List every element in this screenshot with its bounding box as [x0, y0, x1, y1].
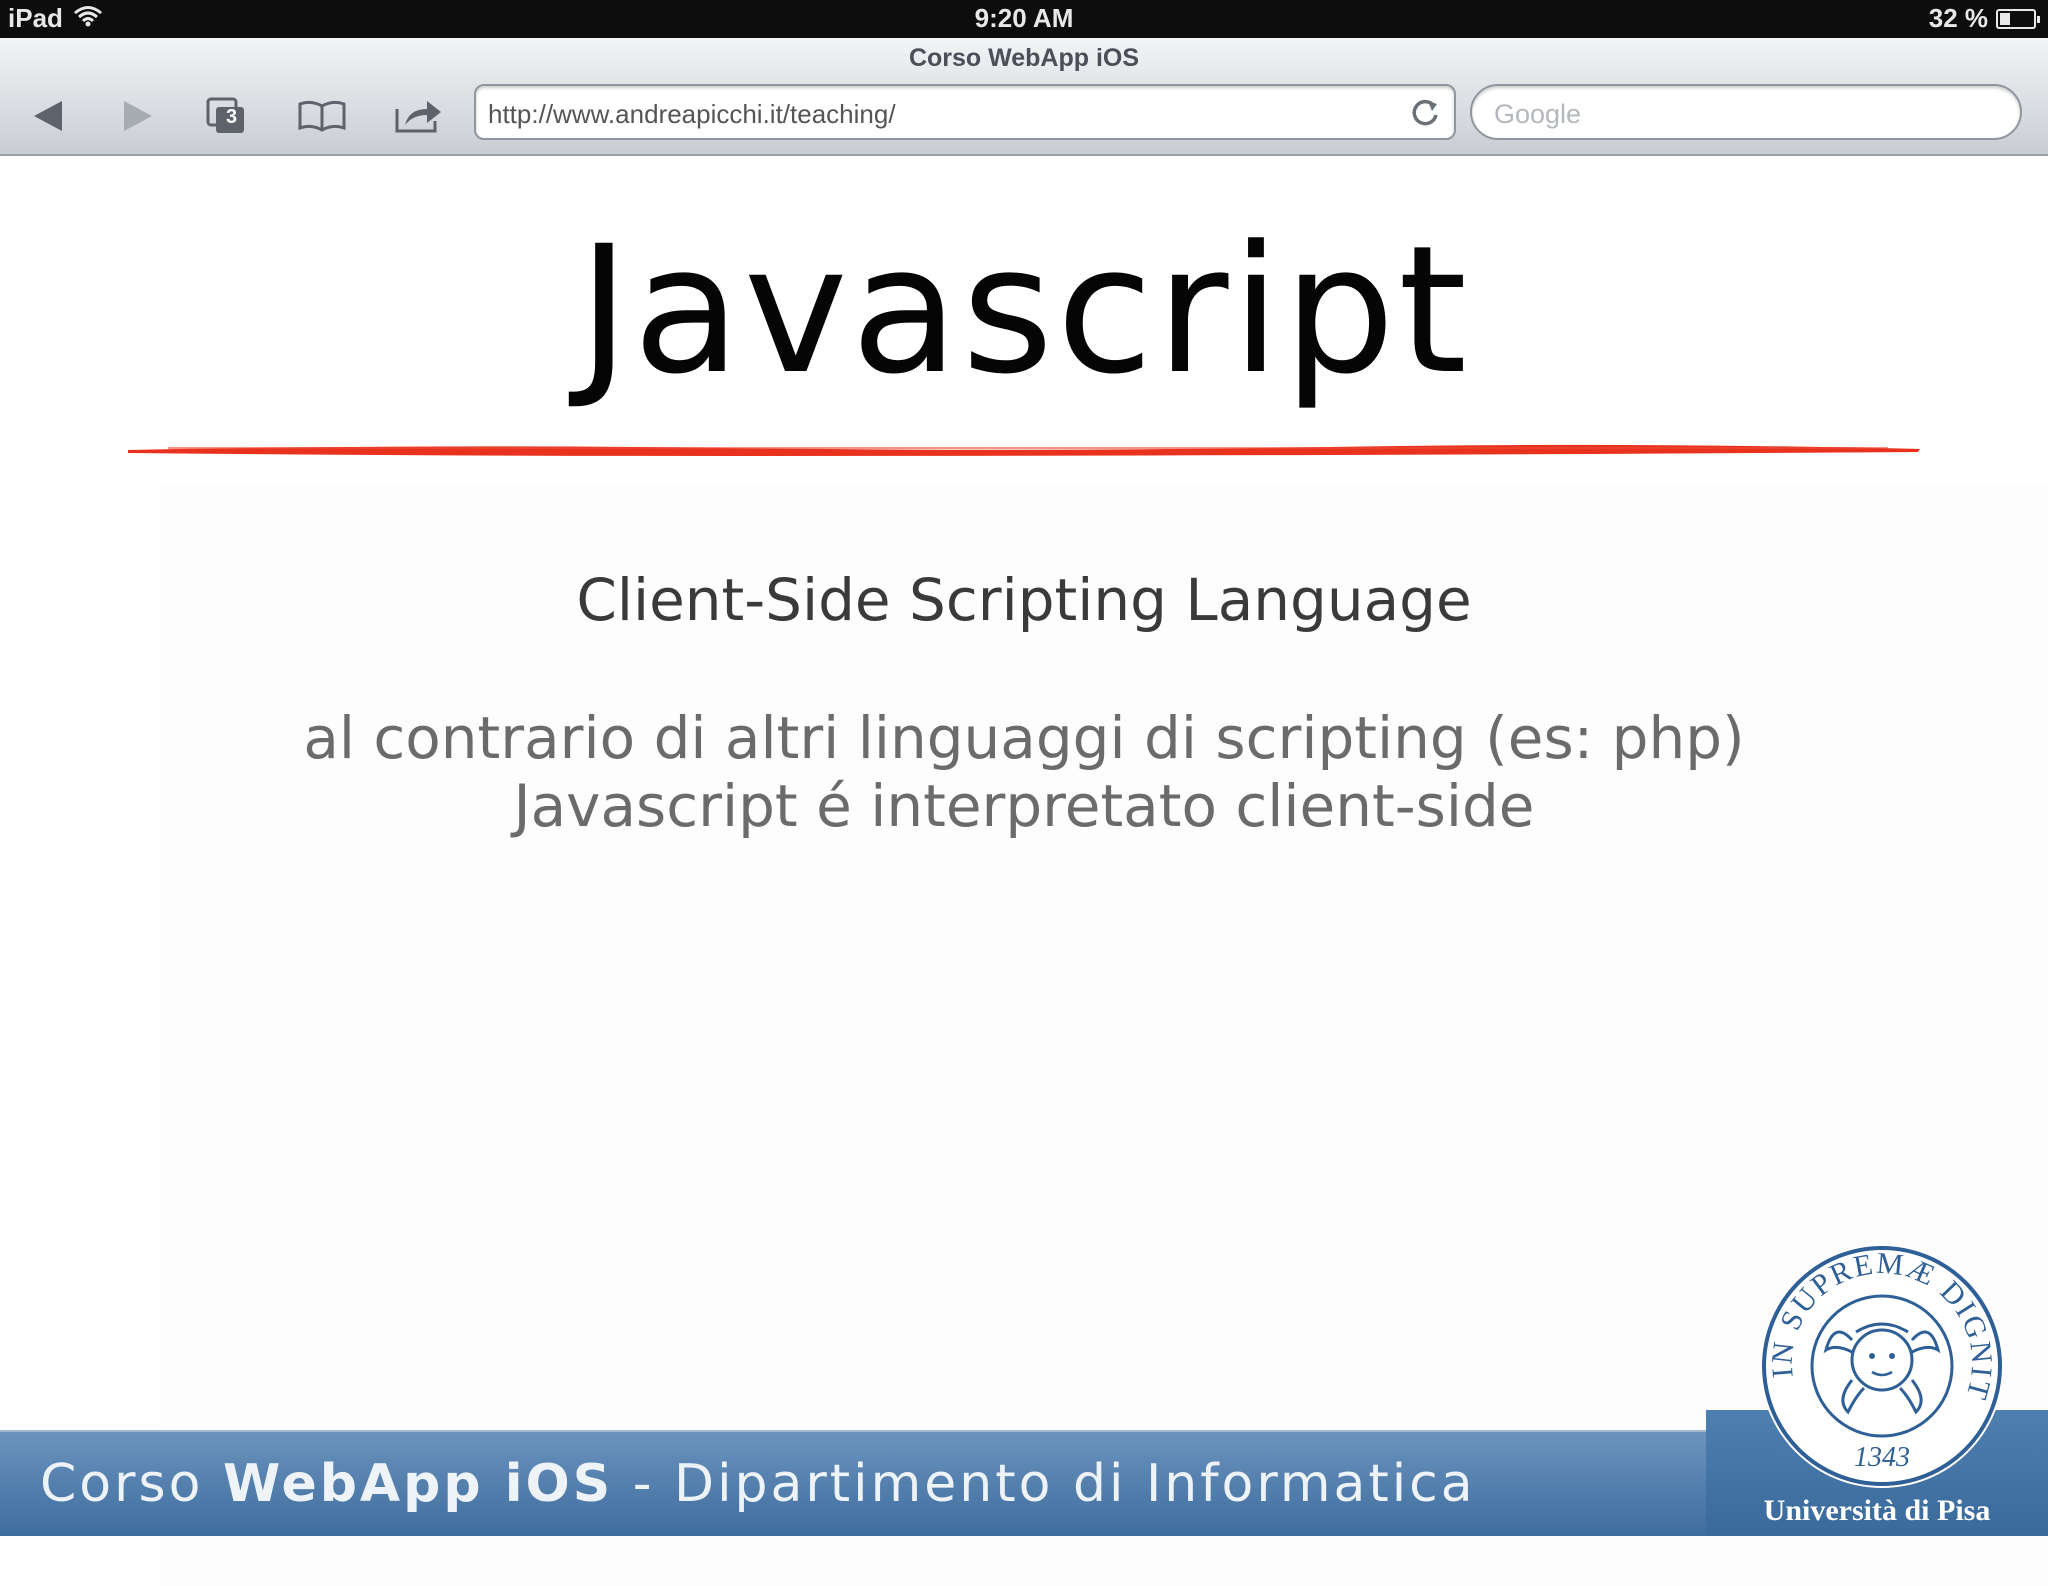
status-right: 32 %	[1928, 3, 2040, 34]
status-bar: iPad 9:20 AM 32 %	[0, 0, 2048, 38]
url-field[interactable]	[474, 84, 1456, 140]
url-input[interactable]	[486, 94, 1370, 134]
battery-icon	[1996, 8, 2040, 29]
forward-button[interactable]	[110, 92, 166, 140]
footer-course: WebApp iOS	[222, 1454, 614, 1514]
slide-body-line-2: Javascript é interpretato client-side	[513, 772, 1535, 840]
back-button[interactable]	[20, 92, 76, 140]
bookmarks-icon	[298, 100, 346, 132]
status-time: 9:20 AM	[974, 3, 1074, 33]
reload-button[interactable]	[1406, 94, 1444, 132]
back-arrow-icon	[34, 101, 62, 131]
bookmarks-button[interactable]	[294, 92, 350, 140]
page-title: Corso WebApp iOS	[908, 44, 1140, 72]
tab-count: 3	[226, 106, 238, 128]
reload-icon	[1412, 99, 1438, 126]
university-name: Università di Pisa	[1763, 1494, 1991, 1527]
battery-fill	[2000, 12, 2010, 25]
university-seal-icon: IN SUPREMÆ DIGNITATIS 1343	[1756, 1240, 2004, 1488]
footer-text: Corso WebApp iOS - Dipartimento di Infor…	[40, 1454, 1476, 1514]
footer-prefix: Corso	[40, 1454, 223, 1514]
seal-year: 1343	[1854, 1442, 1910, 1473]
forward-arrow-icon	[124, 101, 152, 131]
battery-percent: 32 %	[1928, 3, 1988, 33]
slide: Javascript Client-Side Scripting Languag…	[0, 156, 2048, 1586]
search-input[interactable]	[1492, 94, 1996, 134]
slide-body-line-1: al contrario di altri linguaggi di scrip…	[303, 704, 1745, 772]
title-underline	[128, 444, 1920, 456]
search-field[interactable]	[1470, 84, 2022, 140]
share-button[interactable]	[390, 92, 446, 140]
share-icon	[395, 101, 441, 133]
browser-toolbar: Corso WebApp iOS 3	[0, 38, 2048, 156]
footer-suffix: - Dipartimento di Informatica	[613, 1454, 1476, 1514]
slide-title: Javascript	[577, 208, 1471, 413]
tabs-button[interactable]: 3	[198, 92, 254, 140]
slide-subtitle: Client-Side Scripting Language	[576, 566, 1472, 634]
